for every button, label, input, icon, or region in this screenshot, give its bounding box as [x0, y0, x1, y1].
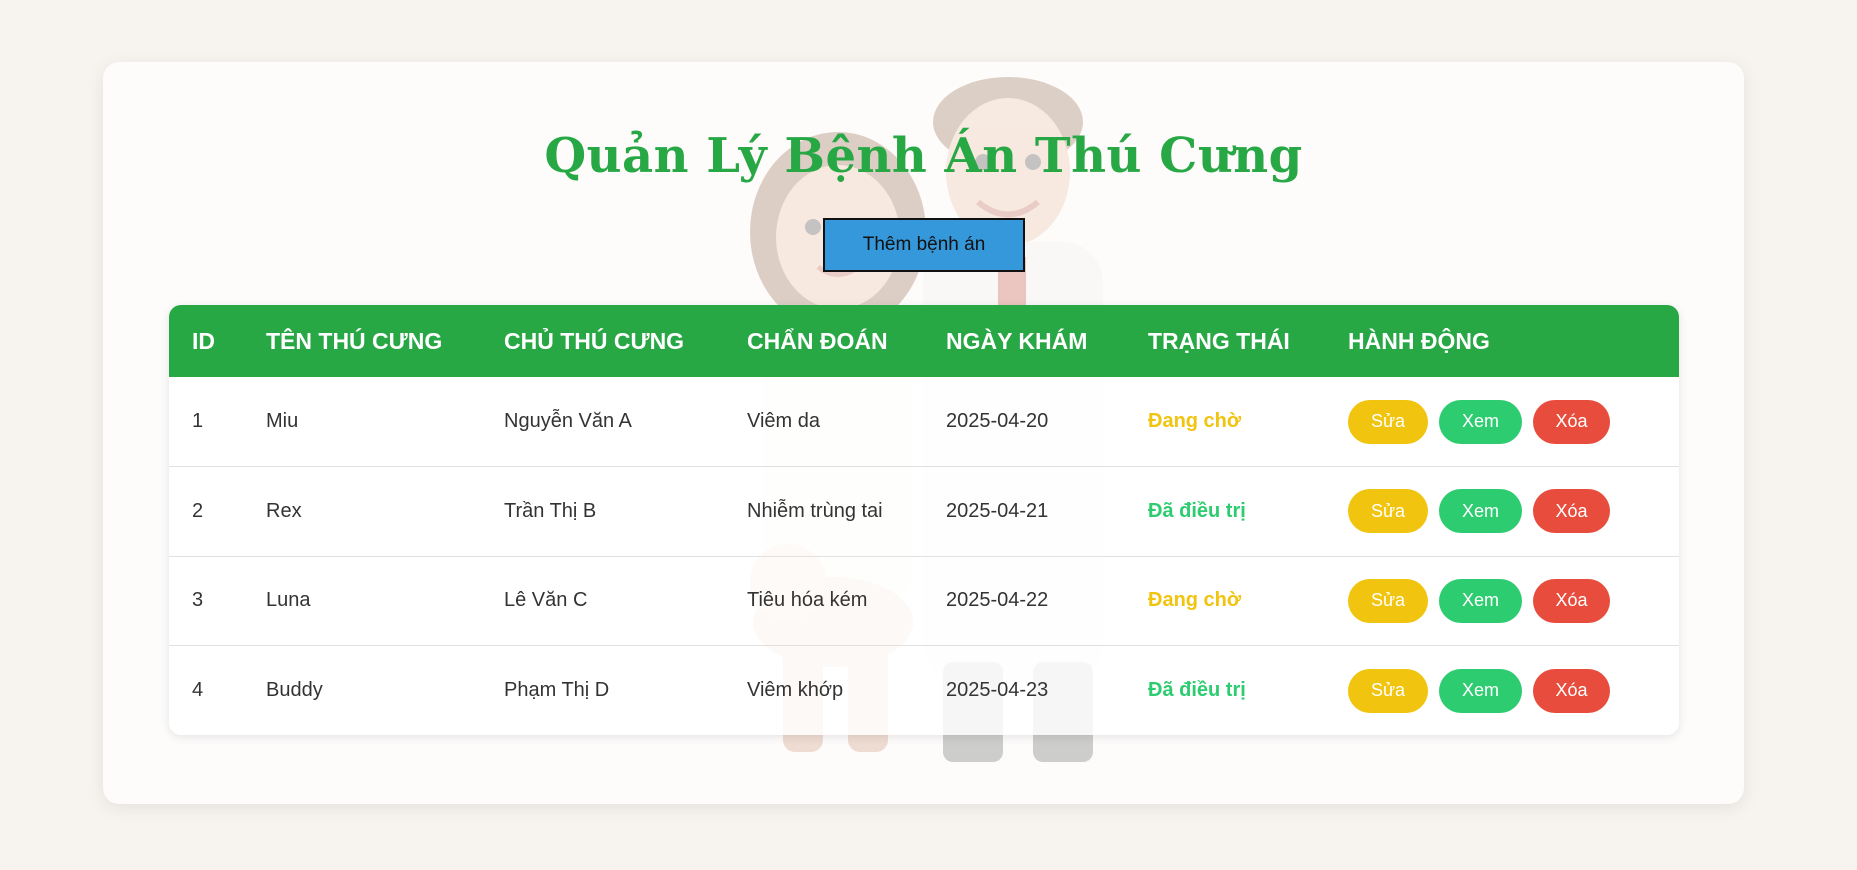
delete-button[interactable]: Xóa [1533, 399, 1610, 444]
delete-button[interactable]: Xóa [1533, 668, 1610, 713]
edit-button[interactable]: Sửa [1348, 668, 1428, 713]
cell-exam-date: 2025-04-23 [923, 645, 1125, 735]
cell-status: Đã điều trị [1125, 466, 1325, 556]
cell-owner: Lê Văn C [481, 555, 724, 646]
cell-status: Đang chờ [1125, 555, 1325, 646]
header-exam-date: NGÀY KHÁM [946, 327, 1088, 354]
cell-diagnosis: Nhiễm trùng tai [724, 466, 923, 556]
cell-pet-name: Luna [243, 555, 481, 646]
table-row: 1 Miu Nguyễn Văn A Viêm da 2025-04-20 Đa… [169, 377, 1679, 467]
header-status: TRẠNG THÁI [1148, 327, 1290, 354]
table-row: 4 Buddy Phạm Thị D Viêm khớp 2025-04-23 … [169, 645, 1679, 735]
cell-status: Đã điều trị [1125, 645, 1325, 735]
edit-button[interactable]: Sửa [1348, 578, 1428, 623]
cell-exam-date: 2025-04-20 [946, 410, 1049, 432]
cell-diagnosis: Viêm da [747, 410, 821, 432]
cell-owner: Phạm Thị D [481, 645, 724, 735]
cell-diagnosis: Tiêu hóa kém [724, 555, 923, 646]
cell-actions: Sửa Xem Xóa [1325, 645, 1679, 735]
cell-pet-name: Miu [266, 410, 299, 432]
view-button[interactable]: Xem [1439, 489, 1522, 534]
main-card: Quản Lý Bệnh Án Thú Cưng Thêm bệnh án ID… [103, 62, 1744, 804]
header-owner: CHỦ THÚ CƯNG [504, 327, 685, 354]
page-title: Quản Lý Bệnh Án Thú Cưng [544, 128, 1303, 184]
cell-actions: Sửa Xem Xóa [1325, 555, 1679, 646]
delete-button[interactable]: Xóa [1533, 489, 1610, 534]
cell-id: 4 [169, 645, 243, 735]
table-row: 3 Luna Lê Văn C Tiêu hóa kém 2025-04-22 … [169, 555, 1679, 646]
cell-exam-date: 2025-04-22 [923, 555, 1125, 646]
cell-id: 1 [192, 410, 204, 432]
records-table: ID TÊN THÚ CƯNG CHỦ THÚ CƯNG CHẨN ĐOÁN N… [169, 305, 1679, 735]
header-actions: HÀNH ĐỘNG [1348, 327, 1490, 354]
header-diagnosis: CHẨN ĐOÁN [747, 327, 888, 354]
status-badge: Đã điều trị [1148, 679, 1246, 701]
cell-actions: Sửa Xem Xóa [1325, 466, 1679, 556]
cell-pet-name: Rex [243, 466, 481, 556]
view-button[interactable]: Xem [1439, 668, 1522, 713]
cell-exam-date: 2025-04-21 [923, 466, 1125, 556]
cell-pet-name: Buddy [243, 645, 481, 735]
cell-owner: Nguyễn Văn A [504, 410, 632, 432]
view-button[interactable]: Xem [1439, 578, 1522, 623]
cell-owner: Trần Thị B [481, 466, 724, 556]
table-row: 2 Rex Trần Thị B Nhiễm trùng tai 2025-04… [169, 466, 1679, 556]
table-header-row: ID TÊN THÚ CƯNG CHỦ THÚ CƯNG CHẨN ĐOÁN N… [169, 305, 1679, 377]
cell-diagnosis: Viêm khớp [724, 645, 923, 735]
delete-button[interactable]: Xóa [1533, 578, 1610, 623]
view-button[interactable]: Xem [1439, 399, 1522, 444]
header-id: ID [192, 327, 215, 354]
edit-button[interactable]: Sửa [1348, 399, 1428, 444]
cell-status: Đang chờ [1125, 377, 1325, 467]
cell-actions: Sửa Xem Xóa [1325, 377, 1679, 467]
cell-id: 2 [169, 466, 243, 556]
edit-button[interactable]: Sửa [1348, 489, 1428, 534]
add-record-button[interactable]: Thêm bệnh án [823, 218, 1025, 272]
status-badge: Đang chờ [1148, 589, 1242, 612]
status-badge: Đang chờ [1148, 410, 1242, 432]
header-pet-name: TÊN THÚ CƯNG [266, 327, 443, 354]
cell-id: 3 [169, 555, 243, 646]
status-badge: Đã điều trị [1148, 499, 1246, 522]
